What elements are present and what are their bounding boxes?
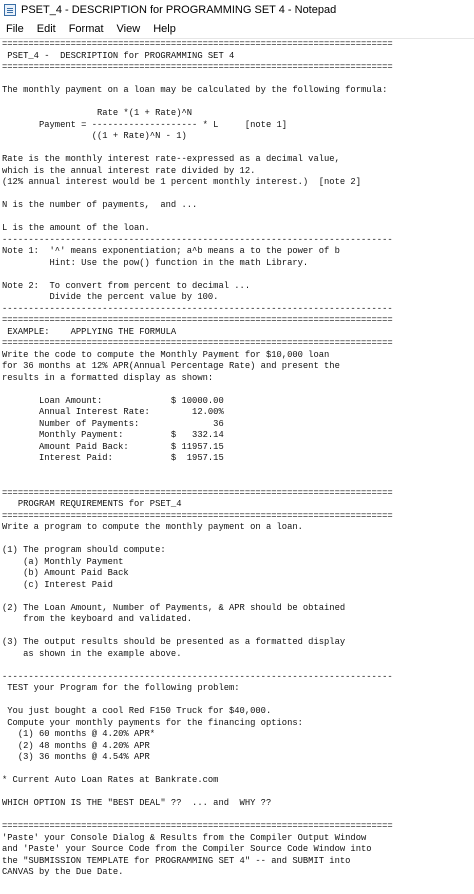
document-line: from the keyboard and validated. xyxy=(2,614,193,624)
document-line: Number of Payments: 36 xyxy=(2,418,224,429)
document-line: Write the code to compute the Monthly Pa… xyxy=(2,349,330,360)
notepad-app-icon xyxy=(4,3,16,16)
document-line: ========================================… xyxy=(2,510,393,521)
document-line: ========================================… xyxy=(2,315,393,325)
document-line: Hint: Use the pow() function in the math… xyxy=(2,257,309,268)
document-line: Note 2: To convert from percent to decim… xyxy=(2,280,251,291)
document-line: The monthly payment on a loan may be cal… xyxy=(2,85,388,95)
document-line: (3) 36 months @ 4.54% APR xyxy=(2,752,150,762)
document-line: which is the annual interest rate divide… xyxy=(2,165,256,176)
document-line: L is the amount of the loan. xyxy=(2,223,150,233)
document-line: * Current Auto Loan Rates at Bankrate.co… xyxy=(2,775,219,785)
document-line: ----------------------------------------… xyxy=(2,303,393,314)
notepad-window: PSET_4 - DESCRIPTION for PROGRAMMING SET… xyxy=(0,0,474,894)
text-editor-area[interactable]: ========================================… xyxy=(0,39,474,894)
document-line: and 'Paste' your Source Code from the Co… xyxy=(2,844,372,854)
document-line: (12% annual interest would be 1 percent … xyxy=(2,177,361,187)
document-line: (1) The program should compute: xyxy=(2,545,166,555)
document-line: TEST your Program for the following prob… xyxy=(2,683,240,693)
document-line: ========================================… xyxy=(2,62,393,72)
document-line: as shown in the example above. xyxy=(2,648,182,659)
document-line: (1) 60 months @ 4.20% APR* xyxy=(2,729,156,739)
document-line: ----------------------------------------… xyxy=(2,671,393,682)
document-line: 'Paste' your Console Dialog & Results fr… xyxy=(2,832,367,843)
document-line: Write a program to compute the monthly p… xyxy=(2,522,303,532)
menu-edit[interactable]: Edit xyxy=(37,23,56,35)
menu-file[interactable]: File xyxy=(6,23,24,35)
window-title: PSET_4 - DESCRIPTION for PROGRAMMING SET… xyxy=(21,3,337,16)
menu-view[interactable]: View xyxy=(117,23,141,35)
document-line: EXAMPLE: APPLYING THE FORMULA xyxy=(2,326,177,337)
document-line: the "SUBMISSION TEMPLATE for PROGRAMMING… xyxy=(2,855,351,866)
document-line: ========================================… xyxy=(2,39,393,49)
document-line: Divide the percent value by 100. xyxy=(2,292,219,302)
document-line: ----------------------------------------… xyxy=(2,234,393,245)
document-line: Payment = -------------------- * L [note… xyxy=(2,119,288,130)
document-line: ((1 + Rate)^N - 1) xyxy=(2,131,187,141)
document-line: PSET_4 - DESCRIPTION for PROGRAMMING SET… xyxy=(2,50,235,61)
document-text[interactable]: ========================================… xyxy=(0,39,474,879)
document-line: Monthly Payment: $ 332.14 xyxy=(2,430,224,440)
document-line: (a) Monthly Payment xyxy=(2,556,124,567)
document-line: results in a formatted display as shown: xyxy=(2,372,214,383)
menu-format[interactable]: Format xyxy=(69,23,104,35)
document-line: Annual Interest Rate: 12.00% xyxy=(2,407,224,417)
document-line: N is the number of payments, and ... xyxy=(2,200,198,210)
menu-bar: File Edit Format View Help xyxy=(0,19,474,39)
document-line: (b) Amount Paid Back xyxy=(2,568,129,578)
document-line: Interest Paid: $ 1957.15 xyxy=(2,453,224,463)
document-line: ========================================… xyxy=(2,338,393,348)
document-line: Rate *(1 + Rate)^N xyxy=(2,108,193,118)
document-line: WHICH OPTION IS THE "BEST DEAL" ?? ... a… xyxy=(2,798,272,808)
document-line: PROGRAM REQUIREMENTS for PSET_4 xyxy=(2,499,182,509)
document-line: (2) The Loan Amount, Number of Payments,… xyxy=(2,602,346,613)
document-line: Amount Paid Back: $ 11957.15 xyxy=(2,441,224,452)
document-line: (2) 48 months @ 4.20% APR xyxy=(2,740,150,751)
document-line: You just bought a cool Red F150 Truck fo… xyxy=(2,706,272,716)
document-line: CANVAS by the Due Date. xyxy=(2,867,124,877)
title-bar[interactable]: PSET_4 - DESCRIPTION for PROGRAMMING SET… xyxy=(0,0,474,19)
menu-help[interactable]: Help xyxy=(153,23,176,35)
document-line: Compute your monthly payments for the fi… xyxy=(2,717,303,728)
document-line: Note 1: '^' means exponentiation; a^b me… xyxy=(2,246,340,256)
document-line: (3) The output results should be present… xyxy=(2,637,346,647)
document-line: Loan Amount: $ 10000.00 xyxy=(2,395,224,406)
document-line: for 36 months at 12% APR(Annual Percenta… xyxy=(2,361,340,371)
document-line: (c) Interest Paid xyxy=(2,579,113,590)
document-line: ========================================… xyxy=(2,821,393,831)
document-line: ========================================… xyxy=(2,487,393,498)
document-line: Rate is the monthly interest rate--expre… xyxy=(2,154,340,164)
